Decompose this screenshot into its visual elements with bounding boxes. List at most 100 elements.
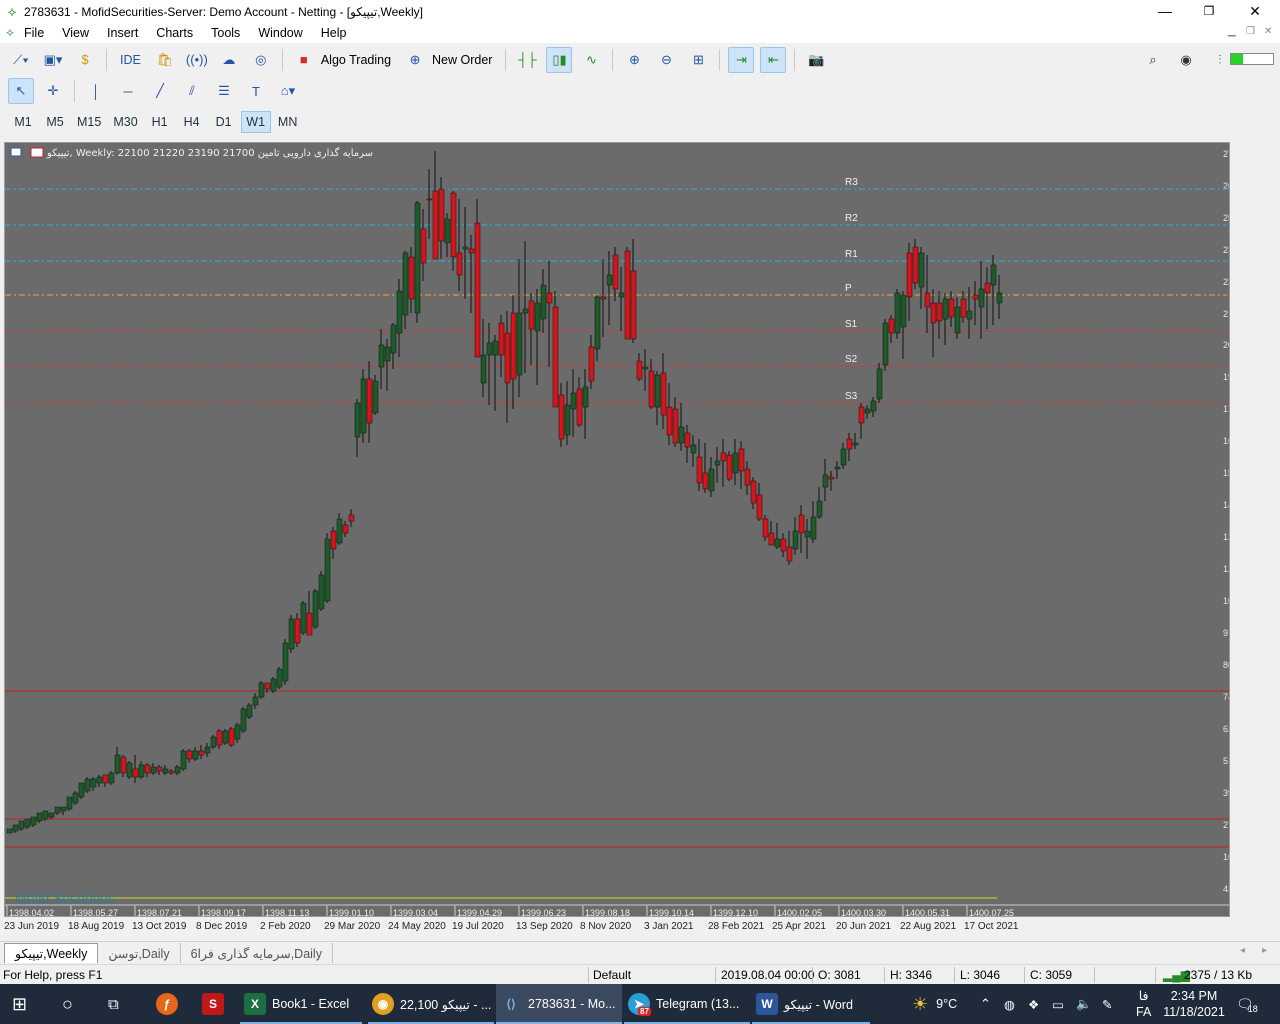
candlestick-chart-icon[interactable]: ▯▮ [546, 46, 573, 73]
auto-scroll-icon[interactable]: ⇥ [728, 46, 755, 73]
menu-view[interactable]: View [53, 26, 98, 40]
date-axis-label-top: 1400.03.30 [841, 908, 886, 917]
market-watch-icon[interactable]: $ [72, 47, 98, 73]
menu-help[interactable]: Help [312, 26, 356, 40]
minimize-button[interactable]: — [1142, 0, 1188, 23]
tray-network-globe-icon[interactable]: ◍ [1004, 984, 1015, 1024]
search-circle-icon[interactable]: ○ [62, 984, 73, 1024]
line-chart-menu-icon[interactable]: ⟋▾ [8, 47, 34, 73]
taskbar-chrome[interactable]: ◉ تیپیکو 22,100 - ... [368, 984, 494, 1024]
tab-scroll-right-icon[interactable]: ▸ [1262, 945, 1267, 956]
search-icon[interactable]: ⌕ [1140, 47, 1166, 73]
channel-icon[interactable]: ⫽ [179, 78, 205, 104]
firefox-icon[interactable]: ƒ [156, 984, 184, 1024]
chart-tab-tipiko-weekly[interactable]: تیپیکو,Weekly [4, 943, 99, 963]
bar-chart-icon[interactable]: ┤├ [514, 47, 540, 73]
algo-trading-button[interactable]: Algo Trading [316, 47, 396, 73]
new-order-icon[interactable]: ⊕ [402, 47, 428, 73]
chart-tab-tosan-daily[interactable]: توسن,Daily [98, 943, 181, 963]
toolbar-separator [74, 80, 75, 102]
candle-bullish [210, 736, 217, 748]
menu-insert[interactable]: Insert [98, 26, 147, 40]
new-order-button[interactable]: New Order [427, 47, 497, 73]
close-button[interactable]: ✕ [1232, 0, 1278, 23]
task-view-icon[interactable]: ⧉ [108, 984, 119, 1024]
tray-app-icon[interactable]: ❖ [1028, 984, 1039, 1024]
clock-date: 11/18/2021 [1163, 1005, 1225, 1019]
chart-window[interactable]: 2734726177250072383722667214972032719157… [4, 142, 1230, 917]
candle-bullish [816, 500, 823, 518]
taskbar-telegram[interactable]: ➤ 87 Telegram (13... [624, 984, 750, 1024]
signals-icon[interactable]: ((•)) [184, 47, 210, 73]
screenshot-icon[interactable]: 📷 [803, 47, 829, 73]
timeframe-m30[interactable]: M30 [108, 111, 142, 133]
ide-button[interactable]: IDE [115, 47, 146, 73]
timeframe-m15[interactable]: M15 [72, 111, 106, 133]
candle-bullish [492, 340, 499, 356]
candle-bearish [744, 468, 751, 486]
taskbar-excel[interactable]: X Book1 - Excel [240, 984, 362, 1024]
tray-pen-icon[interactable]: ✎ [1102, 984, 1112, 1024]
timeframe-h1[interactable]: H1 [145, 111, 175, 133]
start-button[interactable]: ⊞ [12, 984, 27, 1024]
zoom-in-icon[interactable]: ⊕ [621, 47, 647, 73]
candlestick-chart[interactable]: 2734726177250072383722667214972032719157… [5, 143, 1230, 917]
profile-name[interactable]: Default [593, 968, 631, 982]
date-axis-label-bottom: 19 Jul 2020 [452, 921, 504, 932]
tile-windows-icon[interactable]: ⊞ [685, 47, 711, 73]
chart-tab-fara-daily[interactable]: سرمایه گذاری فرا6,Daily [181, 943, 333, 963]
notifications-button[interactable]: 🗨 18 [1236, 984, 1258, 1024]
timeframe-h4[interactable]: H4 [177, 111, 207, 133]
text-tool-icon[interactable]: T [243, 78, 269, 104]
vps-cloud-icon[interactable]: ☁ [216, 47, 242, 73]
chart-shift-icon[interactable]: ⇤ [760, 46, 787, 73]
menu-tools[interactable]: Tools [202, 26, 249, 40]
shapes-menu-icon[interactable]: ⌂▾ [275, 78, 301, 104]
timeframe-m1[interactable]: M1 [8, 111, 38, 133]
weather-widget[interactable]: ☀ 9°C [912, 984, 957, 1024]
timeframe-m5[interactable]: M5 [40, 111, 70, 133]
tray-monitor-icon[interactable]: ▭ [1052, 984, 1064, 1024]
horizontal-line-icon[interactable]: ─ [115, 78, 141, 104]
candle-bullish [60, 806, 67, 812]
mdi-close-icon[interactable]: ✕ [1264, 26, 1272, 37]
vertical-line-icon[interactable]: │ [83, 78, 109, 104]
stock-app-icon[interactable]: S [202, 984, 230, 1024]
mdi-minimize-icon[interactable]: ▁ [1228, 26, 1236, 37]
zoom-out-icon[interactable]: ⊖ [653, 47, 679, 73]
tray-volume-icon[interactable]: 🔈 [1076, 984, 1092, 1024]
clock[interactable]: 2:34 PM 11/18/2021 [1163, 984, 1225, 1024]
restore-button[interactable]: ❐ [1186, 0, 1232, 23]
mdi-restore-icon[interactable]: ❐ [1246, 26, 1255, 37]
candle-bearish [672, 408, 679, 444]
input-language[interactable]: فا FA [1136, 984, 1151, 1024]
account-icon[interactable]: ◉ [1173, 47, 1199, 73]
trendline-icon[interactable]: ╱ [147, 78, 173, 104]
price-axis-label: 12137 [1223, 564, 1230, 574]
candle-bearish [858, 406, 865, 424]
timeframe-d1[interactable]: D1 [209, 111, 239, 133]
candle-bearish [798, 514, 805, 534]
candle-bearish [612, 254, 619, 290]
chart-templates-icon[interactable]: ▣▾ [40, 47, 66, 73]
price-axis-label: 2777 [1223, 820, 1230, 830]
fibonacci-icon[interactable]: ☰ [211, 78, 237, 104]
crosshair-icon[interactable]: ✛ [40, 78, 66, 104]
market-shop-icon[interactable]: 🛍 [152, 47, 178, 73]
timeframe-mn[interactable]: MN [273, 111, 303, 133]
community-icon[interactable]: ◎ [248, 47, 274, 73]
price-axis-label: 23837 [1223, 245, 1230, 255]
line-chart-icon[interactable]: ∿ [578, 47, 604, 73]
menu-charts[interactable]: Charts [147, 26, 202, 40]
tab-scroll-left-icon[interactable]: ◂ [1240, 945, 1245, 956]
menu-window[interactable]: Window [249, 26, 311, 40]
title-bar: ⟡ 2783631 - MofidSecurities-Server: Demo… [0, 0, 1280, 23]
cursor-icon[interactable]: ↖ [8, 78, 34, 104]
tray-chevron-icon[interactable]: ⌃ [980, 984, 991, 1024]
candle-bearish [510, 312, 517, 380]
taskbar-word[interactable]: W تیپیکو - Word [752, 984, 870, 1024]
timeframe-w1[interactable]: W1 [240, 111, 271, 133]
taskbar-metatrader[interactable]: ⟨⟩ 2783631 - Mo... [496, 984, 622, 1024]
algo-trading-icon[interactable]: ■ [291, 47, 317, 73]
candle-bullish [282, 642, 289, 682]
